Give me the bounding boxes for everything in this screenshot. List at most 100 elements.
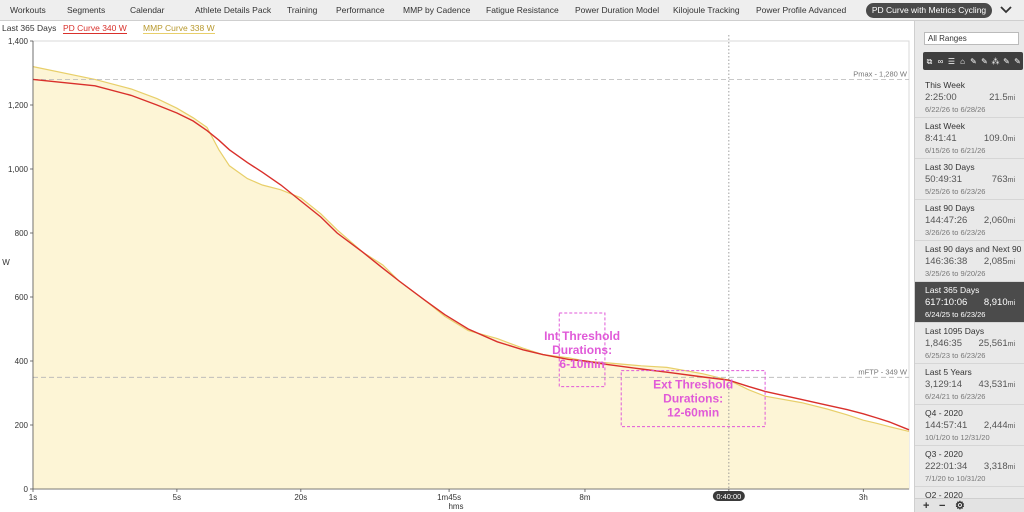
period-name: Last 1095 Days [925, 326, 985, 336]
period-dates: 6/24/21 to 6/23/26 [925, 392, 986, 401]
period-dates: 3/26/26 to 6/23/26 [925, 228, 986, 237]
period-distance: 3,318mi [983, 461, 1015, 472]
sidebar-period-item[interactable]: This Week 2:25:00 21.5mi 6/22/26 to 6/28/26 [915, 77, 1024, 118]
add-range-button[interactable]: + [923, 499, 929, 512]
period-dates: 6/15/26 to 6/21/26 [925, 146, 986, 155]
x-tick-label: 3h [859, 493, 868, 502]
toolbar-tool-icon[interactable]: ⧉ [925, 56, 934, 67]
period-distance-unit: mi [1007, 382, 1015, 389]
x-tick-label: 5s [173, 493, 181, 502]
period-name: This Week [925, 80, 965, 90]
toolbar-tool-icon[interactable]: ✎ [1002, 56, 1011, 67]
period-duration: 144:57:41 [925, 420, 968, 431]
y-tick-label: 600 [15, 293, 29, 302]
period-distance-unit: mi [1007, 259, 1015, 266]
sidebar-period-item[interactable]: Last 90 Days 144:47:26 2,060mi 3/26/26 to 6… [915, 200, 1024, 241]
tab-power-profile-advanced[interactable]: Power Profile Advanced [756, 5, 846, 15]
tab-calendar[interactable]: Calendar [130, 5, 165, 15]
period-distance-unit: mi [1007, 95, 1015, 102]
x-tick-label: 1s [29, 493, 37, 502]
period-duration: 1,846:35 [925, 338, 962, 349]
period-dates: 6/25/23 to 6/23/26 [925, 351, 986, 360]
period-duration: 222:01:34 [925, 461, 968, 472]
sidebar-period-item[interactable]: Last 90 days and Next 90 Da 146:36:38 2,08… [915, 241, 1024, 282]
period-distance: 763mi [991, 174, 1015, 185]
x-axis-label: hms [448, 502, 463, 511]
period-duration: 3,129:14 [925, 379, 962, 390]
period-dates: 3/25/26 to 9/20/26 [925, 269, 986, 278]
period-distance-unit: mi [1007, 341, 1015, 348]
toolbar-tool-icon[interactable]: ✎ [969, 56, 978, 67]
period-distance: 21.5mi [989, 92, 1015, 103]
period-duration: 617:10:06 [925, 297, 968, 308]
sidebar-period-item[interactable]: Last 5 Years 3,129:14 43,531mi 6/24/21 to 6… [915, 364, 1024, 405]
sidebar-period-item[interactable]: Last Week 8:41:41 109.0mi 6/15/26 to 6/21/2… [915, 118, 1024, 159]
y-tick-label: 400 [15, 357, 29, 366]
toolbar-tool-icon[interactable]: ✎ [1013, 56, 1022, 67]
y-tick-label: 1,400 [8, 37, 29, 46]
period-distance-unit: mi [1007, 464, 1015, 471]
period-name: Last 90 Days [925, 203, 975, 213]
toolbar-tool-icon[interactable]: ⌂ [958, 56, 967, 67]
period-distance: 109.0mi [983, 133, 1015, 144]
period-dates: 6/22/26 to 6/28/26 [925, 105, 986, 114]
tab-athlete-details-pack[interactable]: Athlete Details Pack [195, 5, 271, 15]
chevron-down-icon[interactable] [999, 4, 1013, 16]
period-name: Last 90 days and Next 90 Da [925, 244, 1024, 254]
gear-icon[interactable]: ⚙ [955, 499, 965, 512]
range-select-dropdown[interactable]: All Ranges [924, 32, 1019, 45]
period-duration: 2:25:00 [925, 92, 957, 103]
x-tick-label: 0:40:00 [716, 492, 741, 501]
x-tick-label: 1m45s [437, 493, 461, 502]
period-distance: 8,910mi [983, 297, 1015, 308]
y-axis-label: W [2, 258, 10, 267]
sidebar-period-item[interactable]: Q4 - 2020 144:57:41 2,444mi 10/1/20 to 12/3… [915, 405, 1024, 446]
y-tick-label: 1,200 [8, 101, 29, 110]
period-distance-unit: mi [1007, 136, 1015, 143]
tab-kilojoule-tracking[interactable]: Kilojoule Tracking [673, 5, 740, 15]
y-tick-label: 200 [15, 421, 29, 430]
period-distance-unit: mi [1007, 300, 1015, 307]
period-duration: 144:47:26 [925, 215, 968, 226]
sidebar-period-item[interactable]: Last 365 Days 617:10:06 8,910mi 6/24/25 to … [915, 282, 1024, 323]
tab-performance[interactable]: Performance [336, 5, 385, 15]
tab-segments[interactable]: Segments [67, 5, 105, 15]
sidebar-period-item[interactable]: Last 1095 Days 1,846:35 25,561mi 6/25/23 to… [915, 323, 1024, 364]
sidebar-period-item[interactable]: Q3 - 2020 222:01:34 3,318mi 7/1/20 to 10/31… [915, 446, 1024, 487]
period-name: Last 5 Years [925, 367, 972, 377]
reference-line-label: Pmax - 1,280 W [853, 69, 908, 78]
period-name: Last 30 Days [925, 162, 975, 172]
tab-training[interactable]: Training [287, 5, 317, 15]
date-range-sidebar: All Ranges ⧉ ∞ ☰ ⌂ ✎ ✎ ⁂ ✎ ✎ This Week 2:25:00 21.… [914, 21, 1024, 512]
period-distance: 2,060mi [983, 215, 1015, 226]
y-tick-label: 800 [15, 229, 29, 238]
toolbar-tool-icon[interactable]: ✎ [980, 56, 989, 67]
x-tick-label: 8m [579, 493, 590, 502]
period-distance-unit: mi [1007, 423, 1015, 430]
period-distance: 43,531mi [978, 379, 1015, 390]
tab-pd-curve-with-metrics-cycling[interactable]: PD Curve with Metrics Cycling [866, 3, 992, 18]
toolbar-tool-icon[interactable]: ∞ [936, 56, 945, 67]
period-distance: 2,444mi [983, 420, 1015, 431]
tab-workouts[interactable]: Workouts [10, 5, 46, 15]
period-name: Q3 - 2020 [925, 449, 963, 459]
period-name: Q4 - 2020 [925, 408, 963, 418]
tab-fatigue-resistance[interactable]: Fatigue Resistance [486, 5, 559, 15]
period-distance-unit: mi [1007, 177, 1015, 184]
period-duration: 50:49:31 [925, 174, 962, 185]
pd-curve-chart[interactable]: Pmax - 1,280 WmFTP - 349 W02004006008001… [0, 21, 914, 512]
period-dates: 6/24/25 to 6/23/26 [925, 310, 986, 319]
sidebar-period-item[interactable]: Last 30 Days 50:49:31 763mi 5/25/26 to 6/23… [915, 159, 1024, 200]
period-name: Last 365 Days [925, 285, 980, 295]
period-name: Last Week [925, 121, 966, 131]
tab-power-duration-model[interactable]: Power Duration Model [575, 5, 659, 15]
remove-range-button[interactable]: − [939, 499, 945, 512]
toolbar-tool-icon[interactable]: ☰ [947, 56, 956, 67]
toolbar-tool-icon[interactable]: ⁂ [991, 56, 1000, 67]
period-distance: 2,085mi [983, 256, 1015, 267]
period-duration: 8:41:41 [925, 133, 957, 144]
tab-mmp-by-cadence[interactable]: MMP by Cadence [403, 5, 470, 15]
sidebar-controls: + − ⚙ [915, 498, 1024, 512]
period-dates: 7/1/20 to 10/31/20 [925, 474, 986, 483]
toolbar-icon-strip: ⧉ ∞ ☰ ⌂ ✎ ✎ ⁂ ✎ ✎ [923, 52, 1023, 70]
